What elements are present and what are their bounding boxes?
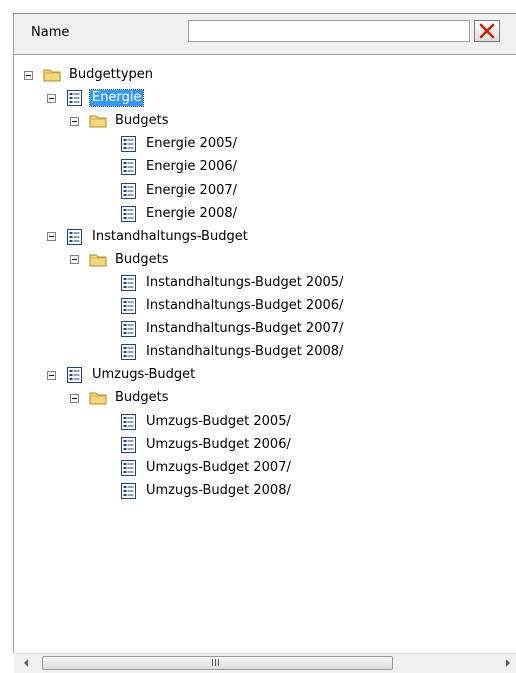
- tree-node-budget[interactable]: Instandhaltungs-Budget 2007/: [120, 319, 345, 339]
- filter-bar: Name: [13, 14, 516, 54]
- tree-node-label: Energie 2006/: [146, 159, 238, 175]
- tree-node-budgets-folder[interactable]: Budgets: [70, 250, 171, 270]
- folder-icon: [89, 390, 107, 406]
- tree-node-label: Umzugs-Budget: [92, 367, 196, 383]
- collapse-toggle-icon[interactable]: [24, 70, 33, 80]
- tree-node-budgets-folder[interactable]: Budgets: [70, 388, 171, 408]
- list-icon: [120, 274, 138, 291]
- list-icon: [120, 459, 138, 476]
- tree-node-budget-type[interactable]: Umzugs-Budget: [47, 365, 197, 385]
- tree-node-budget[interactable]: Umzugs-Budget 2005/: [120, 412, 293, 432]
- collapse-toggle-icon[interactable]: [70, 116, 79, 126]
- scrollbar-thumb[interactable]: III: [42, 656, 393, 670]
- list-icon: [120, 436, 138, 453]
- close-icon: [479, 23, 495, 39]
- list-icon: [120, 413, 138, 430]
- tree-node-root-budgettypen[interactable]: Budgettypen: [24, 65, 155, 85]
- tree-node-label: Instandhaltungs-Budget 2008/: [146, 344, 344, 360]
- tree-node-budget[interactable]: Umzugs-Budget 2007/: [120, 458, 293, 478]
- tree-node-label: Umzugs-Budget 2007/: [146, 459, 291, 475]
- list-icon: [120, 182, 138, 199]
- folder-icon: [89, 113, 107, 129]
- tree-node-label: Energie 2007/: [146, 182, 238, 198]
- tree-node-label: Energie: [88, 89, 145, 108]
- tree-node-label: Instandhaltungs-Budget 2006/: [146, 298, 344, 313]
- tree-node-budget[interactable]: Energie 2008/: [120, 204, 239, 224]
- tree-node-label: Umzugs-Budget 2008/: [146, 482, 291, 498]
- tree-node-label: Budgettypen: [69, 67, 154, 82]
- tree-node-label: Energie 2005/: [146, 136, 238, 152]
- list-icon: [120, 344, 138, 361]
- list-icon: [66, 367, 84, 384]
- list-icon: [66, 90, 84, 107]
- tree-node-label: Budgets: [115, 113, 169, 129]
- tree-node-budget[interactable]: Instandhaltungs-Budget 2006/: [120, 296, 345, 316]
- list-icon: [120, 482, 138, 499]
- tree-node-label: Budgets: [115, 390, 169, 406]
- scroll-right-arrow-icon[interactable]: [506, 659, 510, 667]
- folder-icon: [89, 252, 107, 268]
- tree-node-budget[interactable]: Umzugs-Budget 2006/: [120, 435, 293, 455]
- tree-node-budget[interactable]: Energie 2005/: [120, 134, 239, 154]
- list-icon: [66, 228, 84, 245]
- list-icon: [120, 321, 138, 338]
- folder-icon: [43, 67, 61, 83]
- budget-tree-panel: Name Budgettypen Energie Budgets Energie 20…: [0, 0, 516, 673]
- collapse-toggle-icon[interactable]: [47, 232, 56, 242]
- budget-tree[interactable]: Budgettypen Energie Budgets Energie 2005/En…: [13, 54, 516, 653]
- tree-node-budget[interactable]: Instandhaltungs-Budget 2005/: [120, 273, 345, 293]
- tree-node-budget[interactable]: Energie 2006/: [120, 157, 239, 177]
- tree-node-label: Instandhaltungs-Budget: [92, 228, 248, 244]
- tree-node-label: Instandhaltungs-Budget 2005/: [146, 274, 344, 290]
- tree-node-label: Instandhaltungs-Budget 2007/: [146, 321, 344, 337]
- tree-node-budgets-folder[interactable]: Budgets: [70, 111, 171, 131]
- clear-filter-button[interactable]: [474, 20, 500, 42]
- tree-node-budget[interactable]: Instandhaltungs-Budget 2008/: [120, 342, 345, 362]
- tree-node-label: Umzugs-Budget 2006/: [146, 436, 291, 452]
- name-filter-label: Name: [31, 25, 70, 40]
- tree-node-budget[interactable]: Energie 2007/: [120, 181, 239, 201]
- scroll-left-arrow-icon[interactable]: [24, 659, 28, 667]
- collapse-toggle-icon[interactable]: [47, 370, 56, 380]
- tree-node-label: Energie 2008/: [146, 205, 238, 221]
- tree-node-label: Umzugs-Budget 2005/: [146, 413, 291, 429]
- tree-node-budget-type[interactable]: Energie: [47, 88, 145, 108]
- list-icon: [120, 136, 138, 153]
- scrollbar-grip: III: [211, 658, 220, 669]
- tree-node-budget-type[interactable]: Instandhaltungs-Budget: [47, 227, 250, 247]
- collapse-toggle-icon[interactable]: [47, 93, 56, 103]
- collapse-toggle-icon[interactable]: [70, 255, 79, 265]
- tree-node-label: Budgets: [115, 251, 169, 267]
- list-icon: [120, 298, 138, 314]
- list-icon: [120, 159, 138, 176]
- collapse-toggle-icon[interactable]: [70, 393, 79, 403]
- name-filter-input[interactable]: [188, 20, 470, 42]
- tree-node-budget[interactable]: Umzugs-Budget 2008/: [120, 481, 293, 501]
- horizontal-scrollbar[interactable]: III: [14, 653, 516, 673]
- list-icon: [120, 205, 138, 222]
